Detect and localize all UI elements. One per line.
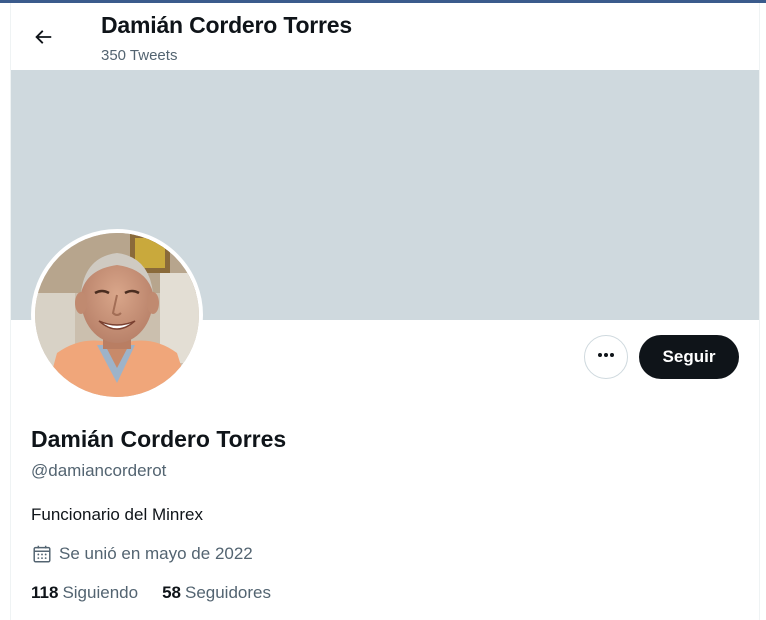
arrow-left-icon bbox=[32, 26, 54, 53]
tweet-count: 350 Tweets bbox=[101, 47, 178, 64]
back-button[interactable] bbox=[25, 21, 61, 57]
followers-link[interactable]: 58 Seguidores bbox=[162, 583, 271, 603]
profile-handle: @damiancorderot bbox=[31, 461, 167, 480]
more-horizontal-icon bbox=[596, 345, 616, 370]
more-options-button[interactable] bbox=[584, 335, 628, 379]
avatar[interactable] bbox=[31, 229, 203, 401]
join-date-text: Se unió en mayo de 2022 bbox=[59, 544, 253, 563]
follow-button[interactable]: Seguir bbox=[639, 335, 739, 379]
header-title: Damián Cordero Torres bbox=[101, 12, 352, 38]
followers-count: 58 bbox=[162, 583, 181, 602]
profile-page: Damián Cordero Torres 350 Tweets Seguir … bbox=[10, 3, 760, 620]
calendar-icon bbox=[31, 543, 53, 565]
following-count: 118 bbox=[31, 583, 59, 602]
profile-header: Damián Cordero Torres 350 Tweets bbox=[11, 3, 759, 70]
following-label: Siguiendo bbox=[62, 583, 139, 602]
join-date: Se unió en mayo de 2022 bbox=[31, 543, 253, 565]
profile-bio: Funcionario del Minrex bbox=[31, 505, 203, 524]
follow-stats: 118 Siguiendo 58 Seguidores bbox=[31, 583, 295, 603]
profile-display-name: Damián Cordero Torres bbox=[31, 426, 287, 452]
followers-label: Seguidores bbox=[184, 583, 271, 602]
following-link[interactable]: 118 Siguiendo bbox=[31, 583, 138, 603]
